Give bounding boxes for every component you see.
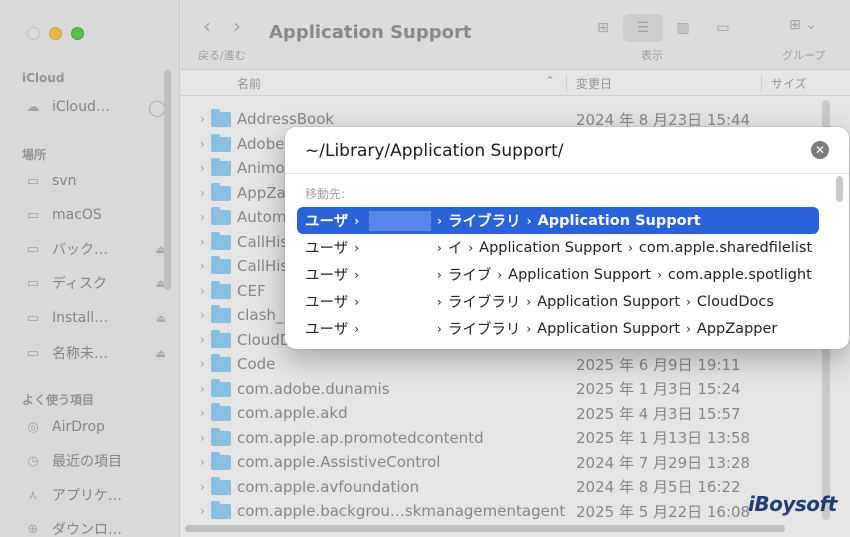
path-segment: ユーザ (305, 241, 349, 257)
close-icon: ✕ (814, 143, 826, 157)
path-segment: AppZapper (696, 320, 778, 337)
path-segment: ユーザ (305, 214, 349, 230)
path-separator-icon: › (437, 294, 442, 309)
watermark-logo: iBoysoft (748, 492, 837, 516)
path-separator-icon: › (437, 213, 443, 228)
path-segment: ライブラリ (448, 214, 521, 230)
finder-window: iCloud ☁ iCloud… ◯ 場所 ▭ svn ▭ macOS ▭ バッ… (0, 0, 850, 537)
redacted-username (369, 291, 432, 312)
redacted-username (369, 264, 432, 285)
redacted-username (369, 210, 432, 231)
suggestion-item[interactable]: ユーザ › › イ › Application Support › com.apple.sha… (297, 234, 819, 261)
path-separator-icon: › (354, 240, 360, 255)
path-separator-icon: › (497, 267, 503, 282)
path-segment: ユーザ (305, 295, 349, 311)
suggestion-item[interactable]: ユーザ › › ライブラリ › Application Support (297, 207, 819, 234)
go-to-folder-dialog: ✕ 移動先: ユーザ››ライブラリ›Application Supportユーザ… (285, 127, 849, 349)
dialog-scrollbar[interactable] (836, 176, 843, 202)
path-separator-icon: › (437, 267, 442, 282)
path-segment: Application Support (537, 320, 681, 337)
path-separator-icon: › (354, 213, 360, 228)
goto-label: 移動先: (305, 187, 346, 201)
path-segment: Application Support (537, 293, 681, 310)
path-segment: com.apple.sharedfilelist (638, 239, 813, 256)
path-segment: CloudDocs (696, 293, 774, 310)
path-segment: ユーザ (305, 268, 349, 284)
redacted-username (369, 318, 432, 339)
path-separator-icon: › (526, 213, 532, 228)
path-separator-icon: › (468, 240, 474, 255)
path-separator-icon: › (526, 321, 532, 336)
path-separator-icon: › (526, 294, 532, 309)
path-separator-icon: › (686, 294, 691, 309)
path-separator-icon: › (628, 240, 633, 255)
path-segment: com.apple.spotlight (667, 266, 812, 283)
path-segment: ライブラリ (447, 295, 521, 311)
path-segment: ライブラリ (447, 322, 521, 338)
path-separator-icon: › (437, 321, 442, 336)
path-separator-icon: › (354, 321, 360, 336)
path-input[interactable] (305, 139, 805, 163)
suggestion-item[interactable]: ユーザ › › ライブラリ › Application Support › AppZapper (297, 315, 819, 342)
path-segment: Application Support (508, 266, 652, 283)
path-segment: イ (447, 241, 463, 257)
path-separator-icon: › (657, 267, 662, 282)
suggestion-item[interactable]: ユーザ › › ライブラリ › Application Support › CloudDocs (297, 288, 819, 315)
path-segment: Application Support (479, 239, 623, 256)
clear-input-button[interactable]: ✕ (811, 141, 829, 159)
path-segment: ライブ (447, 268, 492, 284)
redacted-username (369, 237, 432, 258)
path-segment: Application Support (537, 212, 701, 229)
path-separator-icon: › (686, 321, 691, 336)
divider (285, 173, 849, 174)
path-separator-icon: › (437, 240, 442, 255)
path-separator-icon: › (354, 267, 360, 282)
path-separator-icon: › (354, 294, 360, 309)
suggestion-item[interactable]: ユーザ › › ライブ › Application Support › com.apple.s… (297, 261, 819, 288)
path-segment: ユーザ (305, 322, 349, 338)
